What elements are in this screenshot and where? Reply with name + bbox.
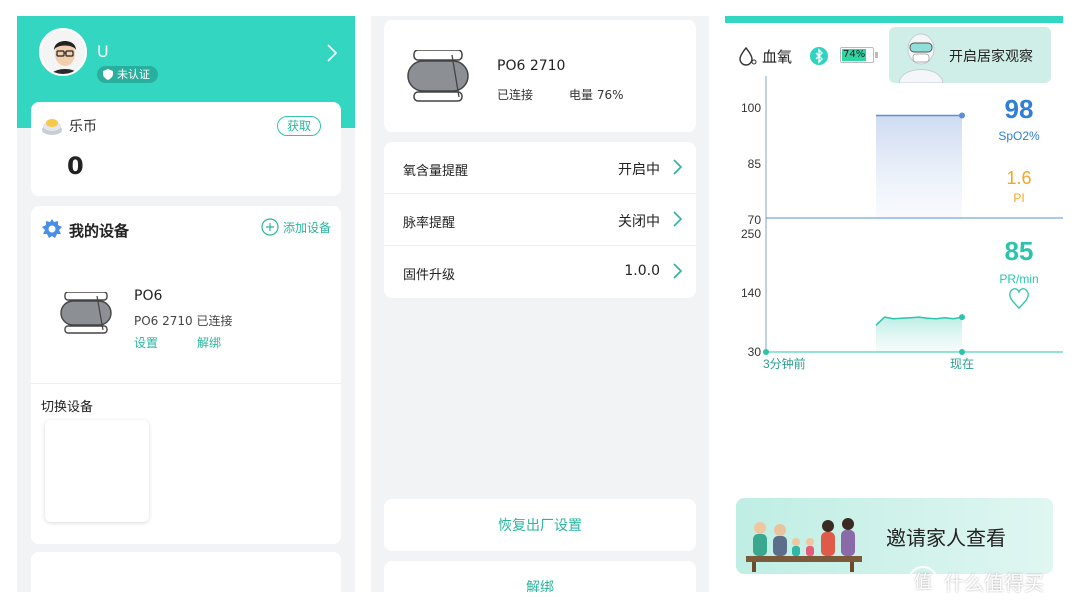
coin-icon [41, 116, 63, 140]
row-value: 开启中 [618, 162, 660, 178]
watermark-logo-icon: 值 [908, 566, 938, 596]
account-screen: U 未认证 乐币 0 获取 我的设备 添加设备 PO6 PO6 2710 已连接… [17, 16, 355, 592]
row-label: 固件升级 [403, 268, 456, 283]
unbind-button[interactable]: 解绑 [384, 561, 696, 592]
drop-icon [738, 46, 758, 70]
factory-reset-button[interactable]: 恢复出厂设置 [384, 499, 696, 551]
bottom-card [31, 552, 341, 592]
shield-icon [103, 69, 113, 80]
row-value: 关闭中 [618, 214, 660, 230]
add-device-button[interactable]: 添加设备 [261, 218, 331, 236]
watermark-text: 什么值得买 [944, 570, 1044, 595]
chevron-right-icon [673, 159, 683, 179]
pr-y-tick: 140 [741, 286, 761, 300]
invite-family-label: 邀请家人查看 [886, 526, 1006, 550]
pr-y-tick: 30 [748, 345, 762, 359]
pulse-rate-label: PR/min [999, 272, 1038, 286]
x-start-label: 3分钟前 [763, 356, 806, 371]
verify-badge-text: 未认证 [117, 68, 150, 81]
devices-title: 我的设备 [69, 222, 130, 240]
oximeter-image[interactable] [59, 291, 113, 338]
verify-badge[interactable]: 未认证 [97, 66, 158, 83]
spo2-area [876, 115, 962, 220]
home-observation-label: 开启居家观察 [949, 49, 1033, 65]
device-model: PO6 2710 [497, 58, 566, 74]
x-start-dot [763, 349, 769, 355]
spo2-y-tick: 85 [748, 157, 762, 171]
switch-device-label: 切换设备 [41, 400, 94, 415]
oxygen-alert-row[interactable]: 氧含量提醒 开启中 [384, 142, 696, 194]
watermark: 值 什么值得买 [908, 566, 1044, 596]
pulse-alert-row[interactable]: 脉率提醒 关闭中 [384, 194, 696, 246]
coin-card: 乐币 0 获取 [31, 102, 341, 196]
bluetooth-icon [809, 46, 829, 70]
add-device-label: 添加设备 [282, 220, 331, 235]
x-end-label: 现在 [950, 357, 974, 371]
vitals-chart: 100857025014030 3分钟前 现在 98 SpO2% 1.6 PI … [741, 76, 1063, 371]
invite-family-card[interactable]: 邀请家人查看 [736, 498, 1053, 574]
spo2-y-tick: 100 [741, 101, 761, 115]
spo2-label: SpO2% [998, 129, 1040, 143]
chevron-right-icon[interactable] [327, 44, 338, 66]
device-name: PO6 [134, 288, 163, 304]
row-label: 脉率提醒 [403, 216, 456, 231]
row-value: 1.0.0 [624, 263, 660, 279]
oximeter-image [406, 49, 470, 106]
blood-oxygen-screen: 血氧 74% 开启居家观察 100 85 70 250 140 30 3分钟前 … [725, 16, 1063, 592]
battery-level: 电量 76% [569, 88, 624, 102]
page-title: 血氧 [762, 48, 793, 66]
battery-cap [875, 52, 878, 58]
top-accent-bar [725, 16, 1063, 23]
firmware-upgrade-row[interactable]: 固件升级 1.0.0 [384, 246, 696, 298]
device-unbind-link[interactable]: 解绑 [197, 334, 221, 351]
pr-y-tick: 250 [741, 227, 761, 241]
home-observation-button[interactable]: 开启居家观察 [889, 27, 1051, 84]
pulse-rate-value: 85 [1005, 236, 1034, 266]
pi-value: 1.6 [1006, 168, 1031, 188]
divider [31, 383, 341, 384]
connection-status: 已连接 [497, 88, 534, 102]
get-coins-button[interactable]: 获取 [277, 116, 321, 136]
pr-end-point [959, 314, 965, 321]
plus-circle-icon [261, 218, 279, 236]
coin-label: 乐币 [69, 119, 97, 135]
heart-icon [1009, 288, 1029, 309]
spo2-y-tick: 70 [748, 213, 762, 227]
pi-label: PI [1013, 191, 1024, 205]
avatar[interactable] [39, 28, 87, 76]
x-end-dot [959, 349, 965, 355]
chevron-right-icon [673, 263, 683, 283]
row-label: 氧含量提醒 [403, 164, 469, 179]
switch-device-tile[interactable] [45, 420, 149, 522]
family-illustration [742, 506, 872, 574]
gear-icon [41, 218, 63, 244]
pr-area [876, 317, 962, 352]
battery-text: 74% [843, 49, 866, 60]
factory-reset-label: 恢复出厂设置 [498, 518, 582, 534]
device-summary-card: PO6 2710 已连接 电量 76% [384, 20, 696, 132]
my-devices-card: 我的设备 添加设备 PO6 PO6 2710 已连接 设置 解绑 切换设备 [31, 206, 341, 544]
unbind-label: 解绑 [526, 580, 554, 592]
spo2-plot [876, 112, 965, 220]
spo2-value: 98 [1005, 94, 1034, 124]
y-tick-labels: 100 85 70250 140 30 [741, 101, 761, 359]
device-settings-screen: PO6 2710 已连接 电量 76% 氧含量提醒 开启中 脉率提醒 关闭中 固… [371, 16, 709, 592]
spo2-end-point [959, 112, 965, 119]
pulse-rate-plot [875, 314, 965, 352]
battery-icon: 74% [840, 47, 874, 63]
device-status: PO6 2710 已连接 [134, 314, 233, 328]
chevron-right-icon [673, 211, 683, 231]
coin-balance: 0 [67, 152, 84, 180]
user-name: U [97, 42, 109, 61]
device-settings-link[interactable]: 设置 [134, 334, 158, 351]
settings-list: 氧含量提醒 开启中 脉率提醒 关闭中 固件升级 1.0.0 [384, 142, 696, 298]
